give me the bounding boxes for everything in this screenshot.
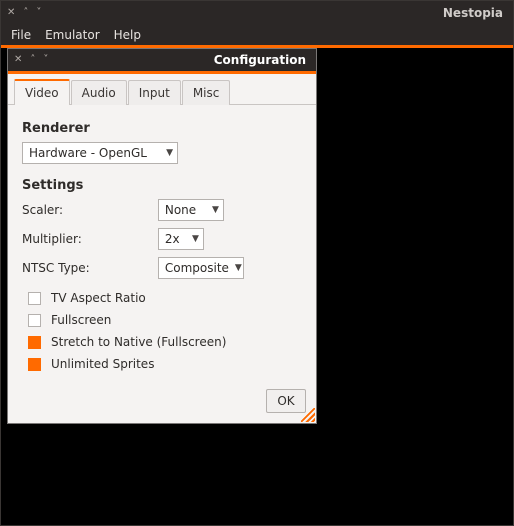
main-titlebar: ✕ ˄ ˅ Nestopia [1, 1, 513, 25]
video-panel: Renderer Hardware - OpenGL ▼ Settings Sc… [8, 105, 316, 381]
maximize-icon[interactable]: ˄ [23, 8, 28, 18]
minimize-icon[interactable]: ˅ [36, 8, 41, 18]
settings-grid: Scaler: None ▼ Multiplier: 2x ▼ NTSC Typ… [22, 199, 302, 279]
tab-input[interactable]: Input [128, 80, 181, 105]
chevron-down-icon: ▼ [160, 148, 173, 158]
minimize-icon[interactable]: ˅ [43, 55, 48, 65]
cfg-wm-controls: ✕ ˄ ˅ [14, 55, 48, 65]
tabs: Video Audio Input Misc [8, 74, 316, 105]
checkbox-icon [28, 314, 41, 327]
checkbox-label: Stretch to Native (Fullscreen) [51, 335, 226, 349]
main-window-title: Nestopia [443, 6, 507, 20]
stretch-to-native-checkbox[interactable]: Stretch to Native (Fullscreen) [22, 335, 302, 349]
maximize-icon[interactable]: ˄ [30, 55, 35, 65]
scaler-select[interactable]: None ▼ [158, 199, 224, 221]
configuration-window: ✕ ˄ ˅ Configuration Video Audio Input Mi… [7, 48, 317, 424]
ntsc-type-select[interactable]: Composite ▼ [158, 257, 244, 279]
configuration-titlebar: ✕ ˄ ˅ Configuration [8, 49, 316, 71]
button-row: OK [8, 381, 316, 423]
menubar: File Emulator Help [1, 25, 513, 45]
resize-grip[interactable] [301, 408, 315, 422]
tv-aspect-ratio-checkbox[interactable]: TV Aspect Ratio [22, 291, 302, 305]
chevron-down-icon: ▼ [229, 263, 242, 273]
multiplier-value: 2x [165, 232, 180, 246]
tab-misc[interactable]: Misc [182, 80, 231, 105]
emulator-viewport: ✕ ˄ ˅ Configuration Video Audio Input Mi… [1, 48, 513, 525]
ok-button[interactable]: OK [266, 389, 306, 413]
chevron-down-icon: ▼ [206, 205, 219, 215]
ntsc-type-label: NTSC Type: [22, 261, 148, 275]
multiplier-select[interactable]: 2x ▼ [158, 228, 204, 250]
checkbox-icon [28, 358, 41, 371]
unlimited-sprites-checkbox[interactable]: Unlimited Sprites [22, 357, 302, 371]
close-icon[interactable]: ✕ [14, 55, 22, 65]
configuration-body: Video Audio Input Misc Renderer Hardware… [8, 74, 316, 423]
renderer-value: Hardware - OpenGL [29, 146, 147, 160]
renderer-select[interactable]: Hardware - OpenGL ▼ [22, 142, 178, 164]
configuration-title: Configuration [214, 53, 310, 67]
scaler-value: None [165, 203, 196, 217]
checkbox-icon [28, 292, 41, 305]
checkbox-list: TV Aspect Ratio Fullscreen Stretch to Na… [22, 291, 302, 371]
tab-audio[interactable]: Audio [71, 80, 127, 105]
checkbox-label: TV Aspect Ratio [51, 291, 146, 305]
close-icon[interactable]: ✕ [7, 8, 15, 18]
fullscreen-checkbox[interactable]: Fullscreen [22, 313, 302, 327]
main-window: ✕ ˄ ˅ Nestopia File Emulator Help ✕ ˄ ˅ … [0, 0, 514, 526]
multiplier-label: Multiplier: [22, 232, 148, 246]
checkbox-label: Unlimited Sprites [51, 357, 154, 371]
menubar-help[interactable]: Help [108, 26, 147, 44]
tab-video[interactable]: Video [14, 79, 70, 105]
menubar-file[interactable]: File [5, 26, 37, 44]
main-wm-controls: ✕ ˄ ˅ [7, 8, 41, 18]
settings-heading: Settings [22, 178, 302, 193]
chevron-down-icon: ▼ [186, 234, 199, 244]
ntsc-type-value: Composite [165, 261, 229, 275]
renderer-heading: Renderer [22, 121, 302, 136]
checkbox-label: Fullscreen [51, 313, 111, 327]
menubar-emulator[interactable]: Emulator [39, 26, 106, 44]
checkbox-icon [28, 336, 41, 349]
scaler-label: Scaler: [22, 203, 148, 217]
